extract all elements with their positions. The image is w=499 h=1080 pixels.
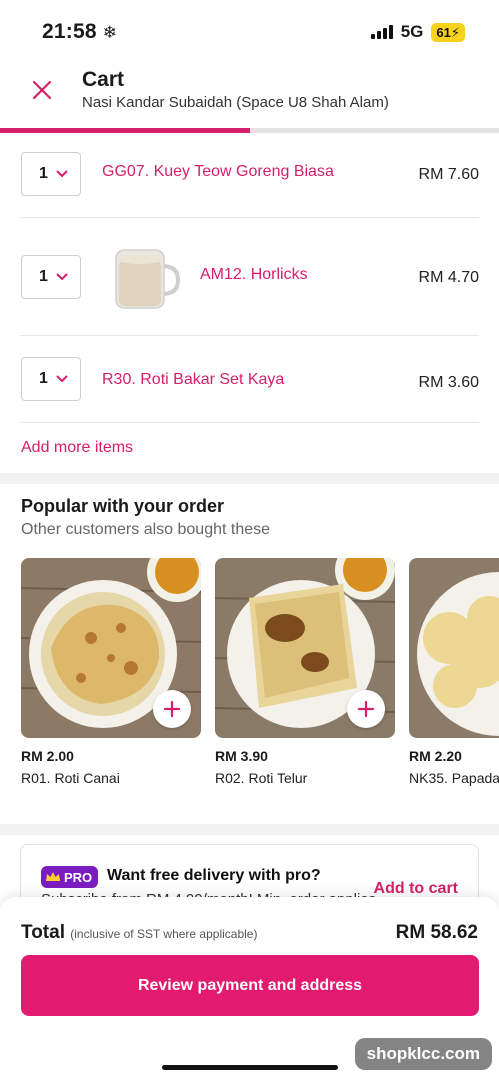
close-button[interactable] (26, 74, 58, 106)
horlicks-mug-image (115, 249, 181, 309)
pro-badge: PRO (41, 866, 99, 888)
signal-icon (370, 25, 393, 39)
item-name[interactable]: R30. Roti Bakar Set Kaya (102, 371, 284, 389)
plus-icon (357, 700, 375, 718)
quantity-value: 1 (39, 370, 48, 387)
add-to-cart-button[interactable]: Add to cart (374, 880, 458, 898)
item-price: RM 7.60 (418, 166, 479, 183)
item-price: RM 3.60 (418, 374, 479, 391)
status-indicators: 5G 61⚡ (370, 22, 465, 42)
popular-section-title: Popular with your order (21, 496, 225, 516)
recommendation-price: RM 2.20 (409, 748, 462, 764)
snowflake-icon: ❄ (102, 23, 118, 42)
section-divider (0, 824, 499, 835)
total-label-text: Total (21, 922, 65, 943)
pro-badge-label: PRO (64, 869, 93, 885)
page-title: Cart (82, 68, 125, 91)
quantity-dropdown[interactable]: 1 (21, 255, 81, 299)
roti-telur-image (215, 558, 395, 738)
battery-level: 61 (436, 24, 451, 40)
network-label: 5G (400, 22, 424, 41)
status-bar: 21:58 ❄ 5G 61⚡ (0, 0, 499, 60)
add-more-items-link[interactable]: Add more items (21, 439, 133, 457)
recommendation-card[interactable]: RM 3.90 R02. Roti Telur (215, 558, 395, 786)
recommendation-name: NK35. Papadam (409, 770, 499, 786)
recommendation-card[interactable]: RM 2.20 NK35. Papadam (409, 558, 499, 786)
close-icon (32, 80, 52, 100)
cart-item: 1 R30. Roti Bakar Set Kaya RM 3.60 (20, 336, 479, 423)
recommendation-price: RM 3.90 (215, 748, 268, 764)
cart-item: 1 AM12. Horlicks RM 4.70 (20, 218, 479, 336)
item-name[interactable]: GG07. Kuey Teow Goreng Biasa (102, 163, 334, 181)
total-value: RM 58.62 (395, 922, 478, 943)
pro-banner-title: Want free delivery with pro? (107, 867, 321, 884)
home-indicator[interactable] (162, 1065, 338, 1070)
chevron-down-icon (56, 273, 68, 281)
watermark: shopklcc.com (354, 1038, 492, 1070)
recommendation-name: R02. Roti Telur (215, 770, 308, 786)
recommendation-card[interactable]: RM 2.00 R01. Roti Canai (21, 558, 201, 786)
total-note: (inclusive of SST where applicable) (70, 927, 258, 941)
status-time: 21:58 ❄ (42, 20, 118, 43)
cart-header: Cart Nasi Kandar Subaidah (Space U8 Shah… (0, 60, 499, 130)
recommendation-price: RM 2.00 (21, 748, 74, 764)
plus-icon (163, 700, 181, 718)
popular-section-subtitle: Other customers also bought these (21, 521, 271, 538)
cart-list: 1 GG07. Kuey Teow Goreng Biasa RM 7.60 1… (0, 133, 499, 423)
battery-icon: 61⚡ (431, 22, 465, 42)
section-divider (0, 473, 499, 484)
papadam-image (409, 558, 499, 738)
quantity-value: 1 (39, 268, 48, 285)
item-name[interactable]: AM12. Horlicks (200, 266, 308, 284)
restaurant-name: Nasi Kandar Subaidah (Space U8 Shah Alam… (82, 94, 389, 111)
quantity-dropdown[interactable]: 1 (21, 357, 81, 401)
quantity-value: 1 (39, 165, 48, 182)
crown-icon (46, 872, 60, 881)
add-item-button[interactable] (347, 690, 385, 728)
cart-item: 1 GG07. Kuey Teow Goreng Biasa RM 7.60 (20, 133, 479, 218)
roti-canai-image (21, 558, 201, 738)
total-label: Total (inclusive of SST where applicable… (21, 922, 257, 944)
chevron-down-icon (56, 375, 68, 383)
review-payment-button[interactable]: Review payment and address (21, 955, 479, 1016)
quantity-dropdown[interactable]: 1 (21, 152, 81, 196)
recommendation-name: R01. Roti Canai (21, 770, 120, 786)
item-price: RM 4.70 (418, 269, 479, 286)
checkout-footer: Total (inclusive of SST where applicable… (0, 897, 499, 1080)
chevron-down-icon (56, 170, 68, 178)
add-item-button[interactable] (153, 690, 191, 728)
